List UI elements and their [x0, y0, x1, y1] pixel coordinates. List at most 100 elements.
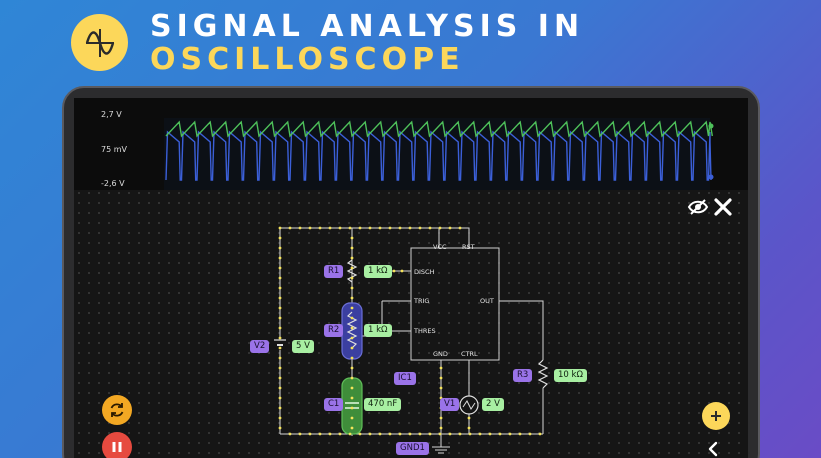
wire-dot	[348, 226, 352, 230]
wire-dot	[428, 226, 432, 230]
wire-dot	[350, 286, 354, 290]
wire-dot	[278, 326, 282, 330]
wire-dot	[458, 226, 462, 230]
pin-disch: DISCH	[414, 268, 435, 276]
wire-dot	[468, 432, 472, 436]
wire-dot	[438, 432, 442, 436]
wire-dot	[439, 386, 443, 390]
r2-name-tag[interactable]: R2	[324, 324, 344, 337]
wire-dot	[350, 266, 354, 270]
ic1-name-tag[interactable]: IC1	[394, 372, 416, 385]
wire-dot	[438, 226, 442, 230]
wire-dot	[448, 226, 452, 230]
wire-dot	[278, 336, 282, 340]
wire-dot	[467, 426, 471, 430]
c1-value-tag[interactable]: 470 nF	[364, 398, 402, 411]
wire-dot	[278, 406, 282, 410]
circuit-schematic	[274, 226, 549, 454]
r3-value-tag[interactable]: 10 kΩ	[554, 369, 587, 382]
wire-dot	[350, 416, 354, 420]
pin-thres: THRES	[414, 327, 436, 335]
wire-dot	[278, 426, 282, 430]
wire-dot	[400, 269, 404, 273]
wire-dot	[350, 386, 354, 390]
c1-name-tag[interactable]: C1	[324, 398, 344, 411]
r3-resistor-symbol[interactable]	[537, 359, 549, 389]
wire-dot	[308, 432, 312, 436]
wire-dot	[350, 276, 354, 280]
wire-dot	[350, 326, 354, 330]
pin-gnd: GND	[433, 350, 448, 358]
chevron-left-icon[interactable]	[706, 440, 720, 458]
pause-button[interactable]	[102, 432, 132, 458]
r2-selection[interactable]	[341, 302, 363, 360]
wire-dot	[278, 316, 282, 320]
wire-dot	[278, 376, 282, 380]
pause-icon	[112, 442, 122, 452]
wire-dot	[408, 226, 412, 230]
wire-dot	[358, 226, 362, 230]
v1-name-tag[interactable]: V1	[440, 398, 460, 411]
wire-dot	[368, 226, 372, 230]
wire-dot	[538, 432, 542, 436]
wire-dot	[398, 226, 402, 230]
wire-dot	[439, 416, 443, 420]
wire-dot	[350, 306, 354, 310]
wire-dot	[458, 432, 462, 436]
wire-dot	[418, 226, 422, 230]
r1-name-tag[interactable]: R1	[324, 265, 344, 278]
wire-dot	[278, 246, 282, 250]
wire-dot	[278, 226, 282, 230]
sine-wave-icon	[85, 28, 114, 57]
wire-dot	[278, 296, 282, 300]
wire-dot	[288, 432, 292, 436]
pin-ctrl: CTRL	[461, 350, 478, 358]
wire-dot	[358, 432, 362, 436]
wire-dot	[528, 432, 532, 436]
wire-dot	[350, 246, 354, 250]
r2-value-tag[interactable]: 1 kΩ	[364, 324, 392, 337]
wire-dot	[439, 376, 443, 380]
wire-dot	[278, 266, 282, 270]
add-component-button[interactable]	[702, 402, 730, 430]
wire-dot	[392, 269, 396, 273]
wire-dot	[368, 432, 372, 436]
wire-dot	[350, 316, 354, 320]
wire-dot	[428, 432, 432, 436]
headline-line-2: OSCILLOSCOPE	[150, 42, 465, 77]
v1-value-tag[interactable]: 2 V	[482, 398, 504, 411]
wire-dot	[467, 416, 471, 420]
pin-rst: RST	[462, 243, 475, 251]
v2-value-tag[interactable]: 5 V	[292, 340, 314, 353]
pin-out: OUT	[480, 297, 494, 305]
wire-dot	[378, 432, 382, 436]
wire-dot	[278, 236, 282, 240]
wire-dot	[408, 432, 412, 436]
plus-icon	[711, 411, 721, 421]
wire-dot	[318, 226, 322, 230]
rotate-icon	[110, 403, 124, 417]
wire-dot	[439, 426, 443, 430]
c1-selection[interactable]	[341, 377, 363, 435]
wire-dot	[388, 432, 392, 436]
r1-value-tag[interactable]: 1 kΩ	[364, 265, 392, 278]
wire-dot	[478, 432, 482, 436]
wire-dot	[350, 336, 354, 340]
v2-name-tag[interactable]: V2	[250, 340, 270, 353]
wire-dot	[350, 356, 354, 360]
wire-dot	[350, 376, 354, 380]
wire-dot	[350, 366, 354, 370]
gnd1-name-tag[interactable]: GND1	[396, 442, 429, 455]
rotate-button[interactable]	[102, 395, 132, 425]
wire-dot	[498, 432, 502, 436]
wire-dot	[338, 226, 342, 230]
wire-dot	[308, 226, 312, 230]
app-screen: 2,7 V 75 mV -2,6 V R1 1 kΩ R2 1 kΩ V2 5 …	[74, 98, 748, 458]
wire-dot	[288, 226, 292, 230]
wire-dot	[350, 296, 354, 300]
wire-dot	[278, 306, 282, 310]
app-logo	[71, 14, 128, 71]
r3-name-tag[interactable]: R3	[513, 369, 533, 382]
wire-dot	[278, 356, 282, 360]
wire-dot	[338, 432, 342, 436]
